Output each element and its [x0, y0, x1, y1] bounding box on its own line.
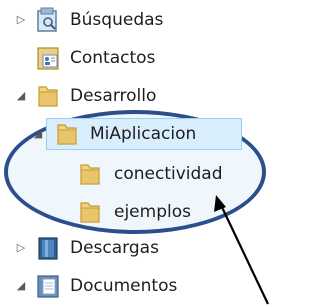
- tree-item-documentos[interactable]: ◢ Documentos: [0, 270, 276, 304]
- chevron-right-icon[interactable]: ▷: [15, 14, 27, 26]
- contacts-folder-icon: [36, 45, 60, 71]
- saved-search-icon: [36, 7, 60, 33]
- tree-item-label: Desarrollo: [70, 86, 157, 106]
- tree-item-label: Contactos: [70, 48, 156, 68]
- tree-item-label: MiAplicacion: [90, 124, 197, 144]
- folder-icon: [55, 121, 79, 147]
- chevron-expanded-icon[interactable]: ◢: [15, 280, 27, 292]
- tree-item-descargas[interactable]: ▷ Descargas: [0, 232, 276, 266]
- folder-tree: ▷ Búsquedas Contactos ◢ Desarrollo ◢ MiA…: [0, 0, 276, 307]
- tree-item-conectividad[interactable]: conectividad: [0, 158, 276, 192]
- folder-icon: [36, 83, 60, 109]
- chevron-expanded-icon[interactable]: ◢: [32, 128, 44, 140]
- tree-item-label: Descargas: [70, 238, 159, 258]
- folder-icon: [78, 161, 102, 187]
- tree-item-label: ejemplos: [114, 202, 191, 222]
- chevron-expanded-icon[interactable]: ◢: [15, 90, 27, 102]
- tree-item-ejemplos[interactable]: ejemplos: [0, 196, 276, 230]
- tree-item-desarrollo[interactable]: ◢ Desarrollo: [0, 80, 276, 114]
- chevron-right-icon[interactable]: ▷: [15, 242, 27, 254]
- tree-item-label: Documentos: [70, 276, 178, 296]
- tree-item-contactos[interactable]: Contactos: [0, 42, 276, 76]
- tree-item-miaplicacion[interactable]: ◢ MiAplicacion: [0, 118, 276, 152]
- downloads-folder-icon: [36, 235, 60, 261]
- tree-item-label: Búsquedas: [70, 10, 164, 30]
- documents-library-icon: [36, 273, 60, 299]
- tree-item-label: conectividad: [114, 164, 223, 184]
- folder-icon: [78, 199, 102, 225]
- tree-item-busquedas[interactable]: ▷ Búsquedas: [0, 4, 276, 38]
